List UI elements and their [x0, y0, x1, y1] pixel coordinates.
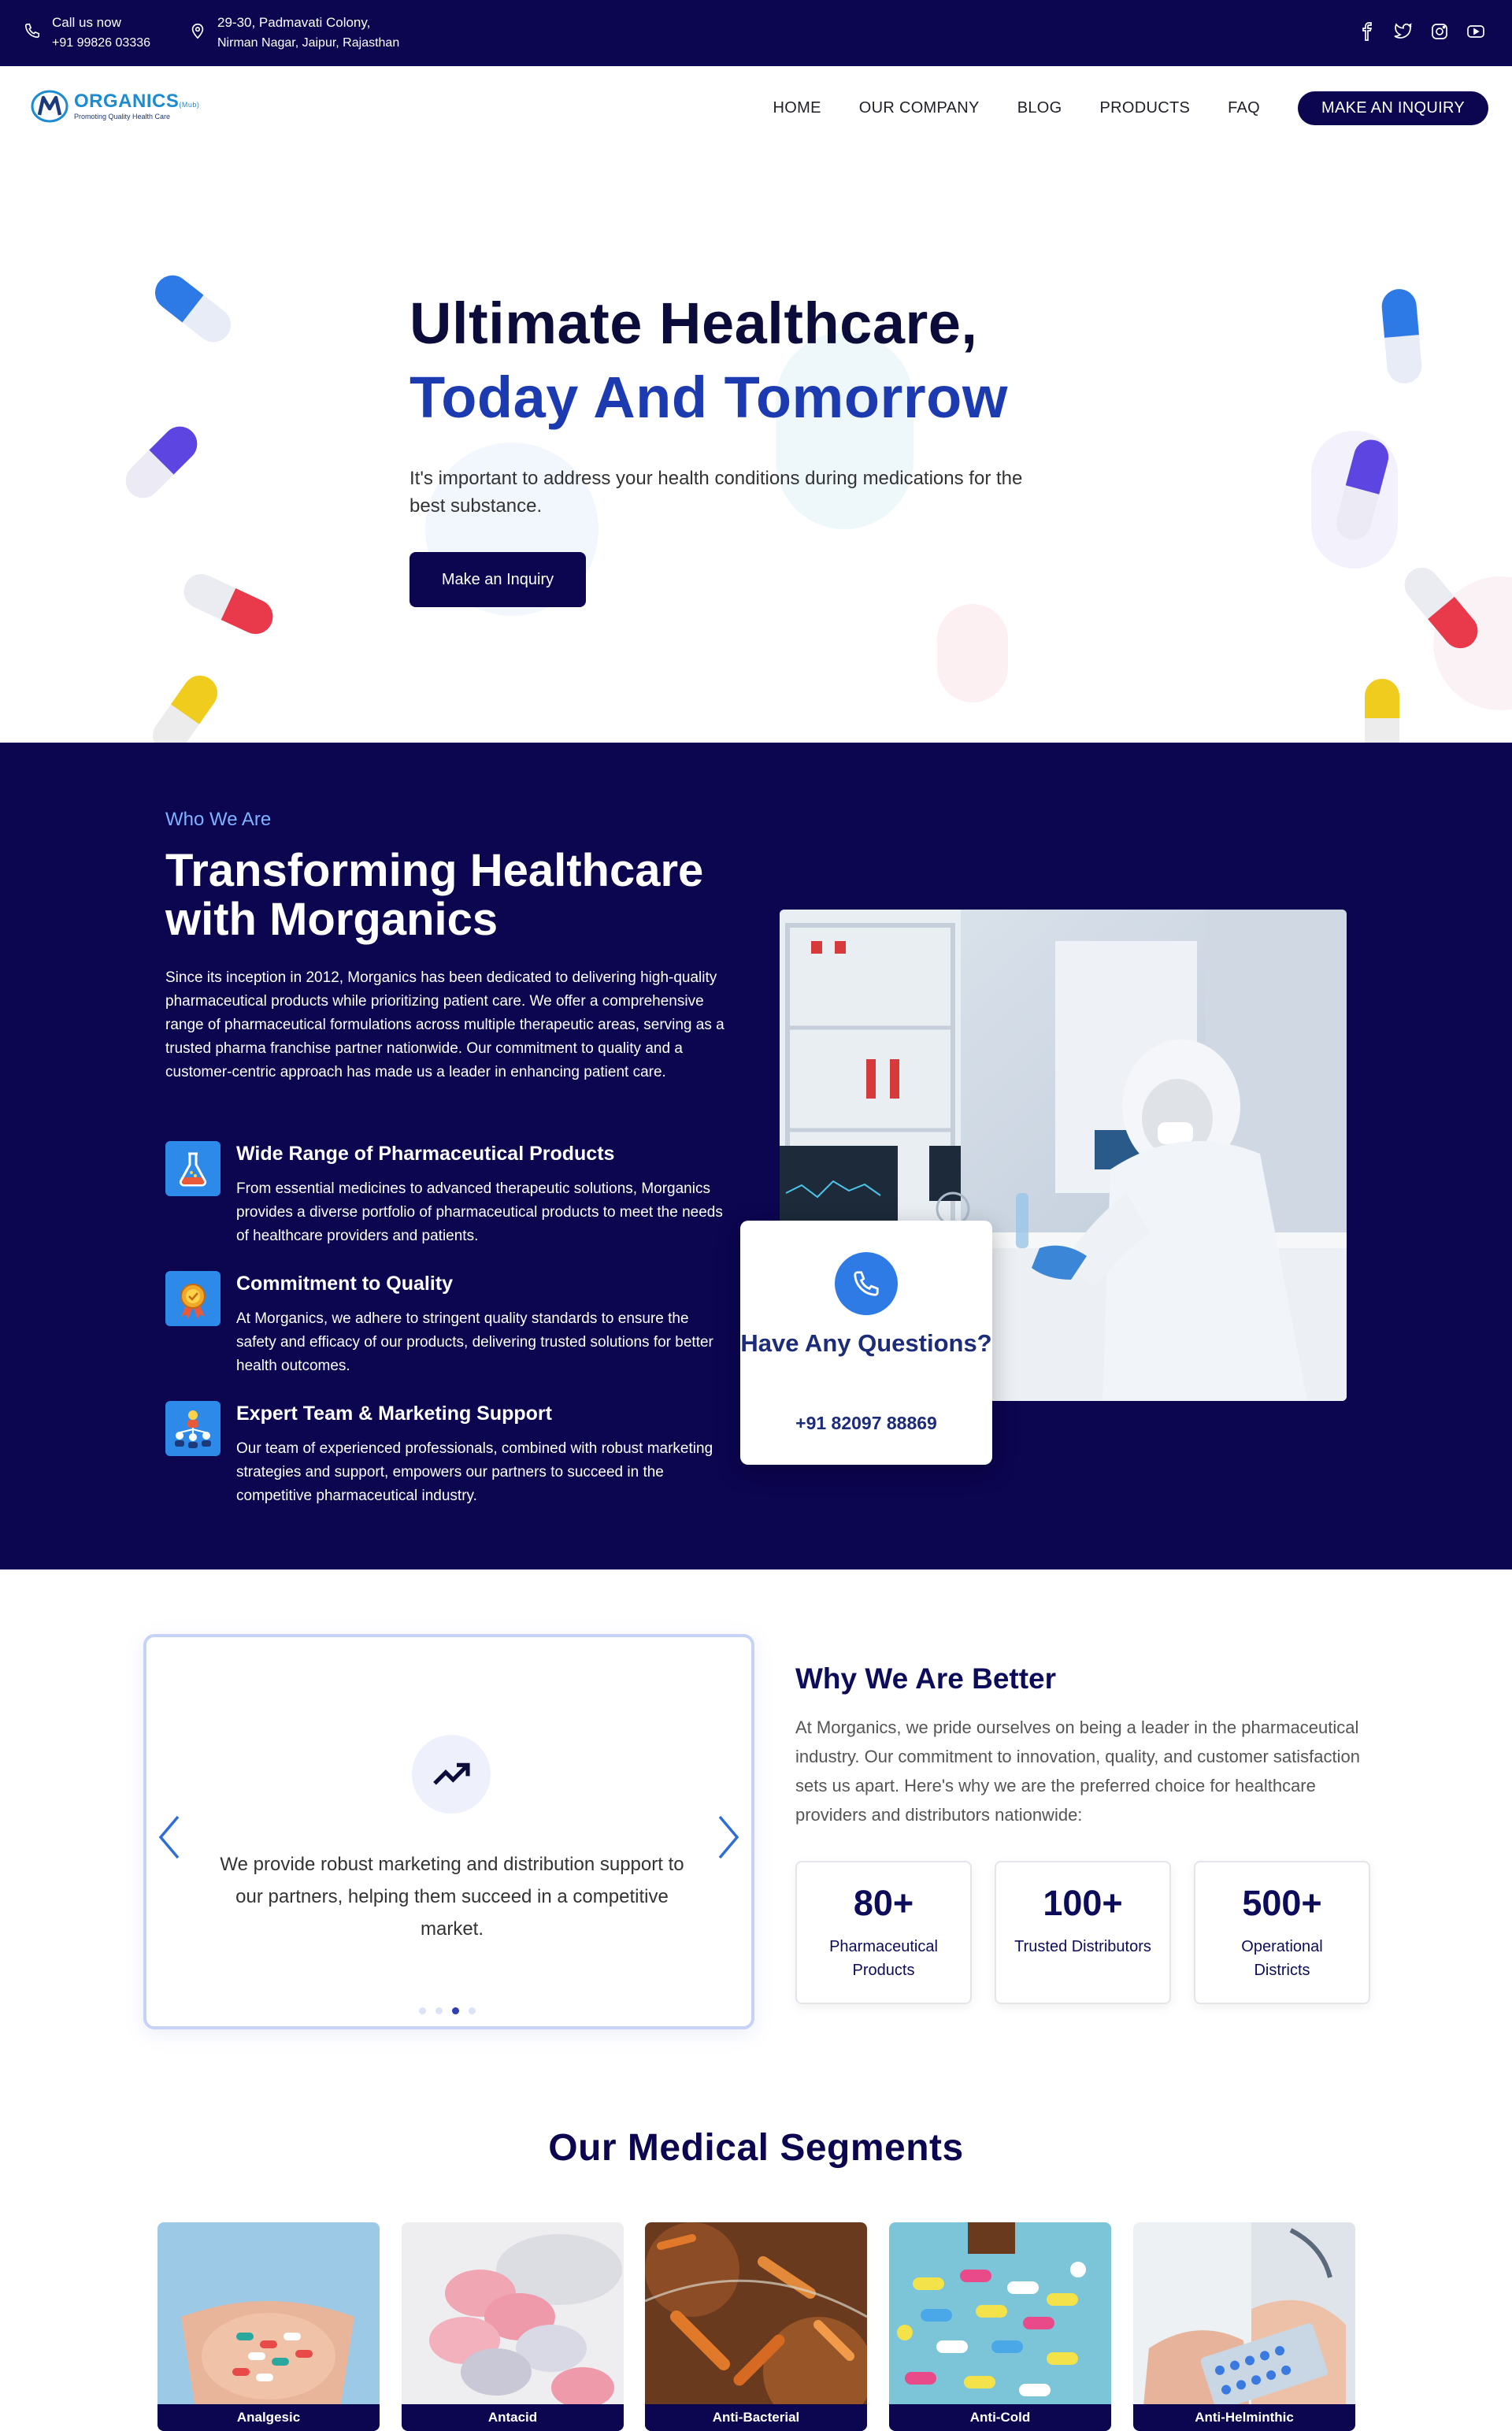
youtube-icon[interactable] — [1466, 22, 1485, 41]
logo-name: ORGANICS — [74, 91, 180, 112]
segment-label: Antacid — [402, 2404, 624, 2431]
location-pin-icon — [191, 23, 204, 39]
why-better-section: We provide robust marketing and distribu… — [0, 1569, 1512, 2073]
who-title: Transforming Healthcare with Morganics — [165, 845, 704, 945]
top-bar: Call us now +91 99826 03336 29-30, Padma… — [0, 0, 1512, 66]
analgesic-image — [158, 2222, 380, 2431]
segments-title: Our Medical Segments — [548, 2127, 964, 2169]
quality-badge-icon — [165, 1271, 220, 1326]
segment-card-anti-helminthic[interactable]: Anti-Helminthic — [1133, 2222, 1355, 2431]
antacid-image — [402, 2222, 624, 2431]
stat-number: 80+ — [853, 1883, 914, 1923]
logo-suffix: (Mub) — [179, 101, 200, 109]
trending-up-icon — [412, 1735, 491, 1814]
nav-blog[interactable]: BLOG — [1017, 99, 1062, 117]
facebook-icon[interactable] — [1358, 22, 1377, 41]
call-label: Call us now — [52, 15, 121, 30]
segment-label: Anti-Bacterial — [645, 2404, 867, 2431]
hero-title-line1: Ultimate Healthcare, — [410, 291, 978, 356]
hero-description: It's important to address your health co… — [410, 468, 1023, 517]
morganics-logo-mark — [31, 90, 69, 123]
capsule-yellow-icon — [153, 675, 217, 743]
segment-card-anti-bacterial[interactable]: Anti-Bacterial — [645, 2222, 867, 2431]
nav-our-company[interactable]: OUR COMPANY — [859, 99, 980, 117]
make-inquiry-hero-button[interactable]: Make an Inquiry — [410, 552, 586, 607]
capsule-blue-icon — [154, 275, 232, 343]
logo-tagline: Promoting Quality Health Care — [74, 113, 171, 120]
stat-label: Pharmaceutical Products — [829, 1938, 938, 1979]
hero-blob — [937, 604, 1008, 702]
feature-description: At Morganics, we adhere to stringent qua… — [236, 1310, 713, 1374]
flask-icon — [165, 1141, 220, 1196]
feature-title: Expert Team & Marketing Support — [236, 1403, 552, 1425]
slide-text: We provide robust marketing and distribu… — [220, 1854, 684, 1940]
anti-helminthic-image — [1133, 2222, 1355, 2431]
nav-menu: HOME OUR COMPANY BLOG PRODUCTS FAQ MAKE … — [773, 91, 1488, 125]
address-info: 29-30, Padmavati Colony, Nirman Nagar, J… — [189, 13, 399, 54]
segment-label: Analgesic — [158, 2404, 380, 2431]
main-nav: ORGANICS(Mub) Promoting Quality Health C… — [0, 66, 1512, 151]
stat-number: 100+ — [1043, 1883, 1123, 1923]
stat-label: Operational Districts — [1241, 1938, 1323, 1979]
call-info[interactable]: Call us now +91 99826 03336 — [24, 13, 150, 54]
segment-card-antacid[interactable]: Antacid — [402, 2222, 624, 2431]
capsule-red-right-icon — [1404, 567, 1478, 649]
nav-faq[interactable]: FAQ — [1228, 99, 1260, 117]
address-line1: 29-30, Padmavati Colony, — [217, 15, 371, 30]
slider-dot[interactable] — [435, 2007, 443, 2014]
address-line2: Nirman Nagar, Jaipur, Rajasthan — [217, 36, 400, 50]
hero-section: Ultimate Healthcare, Today And Tomorrow … — [0, 151, 1512, 743]
who-we-are-section: Who We Are Transforming Healthcare with … — [0, 743, 1512, 1569]
team-network-icon — [165, 1401, 220, 1456]
feature-description: Our team of experienced professionals, c… — [236, 1440, 713, 1504]
feature-title: Wide Range of Pharmaceutical Products — [236, 1143, 615, 1165]
instagram-icon[interactable] — [1430, 22, 1449, 41]
feature-wide-range: Wide Range of Pharmaceutical Products Fr… — [165, 1141, 740, 1251]
slider-dot[interactable] — [419, 2007, 426, 2014]
feature-title: Commitment to Quality — [236, 1273, 454, 1295]
capsule-red-icon — [183, 573, 273, 635]
stat-card-products: 80+ Pharmaceutical Products — [795, 1861, 972, 2004]
slider-dot[interactable] — [469, 2007, 476, 2014]
feature-description: From essential medicines to advanced the… — [236, 1180, 723, 1244]
questions-card[interactable]: Have Any Questions? +91 82097 88869 — [740, 1221, 992, 1465]
slider-next-arrow-icon[interactable] — [715, 1814, 742, 1861]
stat-card-districts: 500+ Operational Districts — [1194, 1861, 1370, 2004]
phone-call-icon — [835, 1252, 898, 1315]
who-description: Since its inception in 2012, Morganics h… — [165, 969, 724, 1080]
capsule-purple-icon — [125, 426, 198, 498]
phone-icon — [24, 23, 40, 39]
twitter-icon[interactable] — [1394, 22, 1413, 41]
feature-expert-team: Expert Team & Marketing Support Our team… — [165, 1401, 740, 1511]
segment-card-analgesic[interactable]: Analgesic — [158, 2222, 380, 2431]
questions-phone[interactable]: +91 82097 88869 — [740, 1413, 992, 1434]
hero-title-line2: Today And Tomorrow — [410, 365, 1008, 430]
slider-dot-active[interactable] — [452, 2007, 459, 2014]
feature-commitment-quality: Commitment to Quality At Morganics, we a… — [165, 1271, 740, 1381]
stat-number: 500+ — [1242, 1883, 1322, 1923]
anti-bacterial-image — [645, 2222, 867, 2431]
capsule-blue-right-icon — [1381, 289, 1422, 384]
make-inquiry-nav-button[interactable]: MAKE AN INQUIRY — [1298, 91, 1488, 125]
nav-products[interactable]: PRODUCTS — [1099, 99, 1190, 117]
segment-label: Anti-Cold — [889, 2404, 1111, 2431]
feature-slider: We provide robust marketing and distribu… — [143, 1634, 754, 2029]
capsule-purple-right-icon — [1336, 439, 1389, 540]
nav-home[interactable]: HOME — [773, 99, 821, 117]
slider-prev-arrow-icon[interactable] — [156, 1814, 183, 1861]
why-description: At Morganics, we pride ourselves on bein… — [795, 1718, 1360, 1825]
logo[interactable]: ORGANICS(Mub) Promoting Quality Health C… — [30, 87, 199, 126]
stat-label: Trusted Distributors — [1014, 1938, 1151, 1955]
capsule-yellow-right-icon — [1365, 679, 1399, 743]
why-title: Why We Are Better — [795, 1662, 1057, 1695]
anti-cold-image — [889, 2222, 1111, 2431]
call-number[interactable]: +91 99826 03336 — [52, 33, 150, 54]
stat-card-distributors: 100+ Trusted Distributors — [995, 1861, 1171, 2004]
slider-dots — [419, 2007, 476, 2014]
who-eyebrow: Who We Are — [165, 809, 272, 830]
questions-title: Have Any Questions? — [740, 1329, 992, 1357]
segment-card-anti-cold[interactable]: Anti-Cold — [889, 2222, 1111, 2431]
segment-label: Anti-Helminthic — [1133, 2404, 1355, 2431]
social-links — [1358, 22, 1485, 41]
